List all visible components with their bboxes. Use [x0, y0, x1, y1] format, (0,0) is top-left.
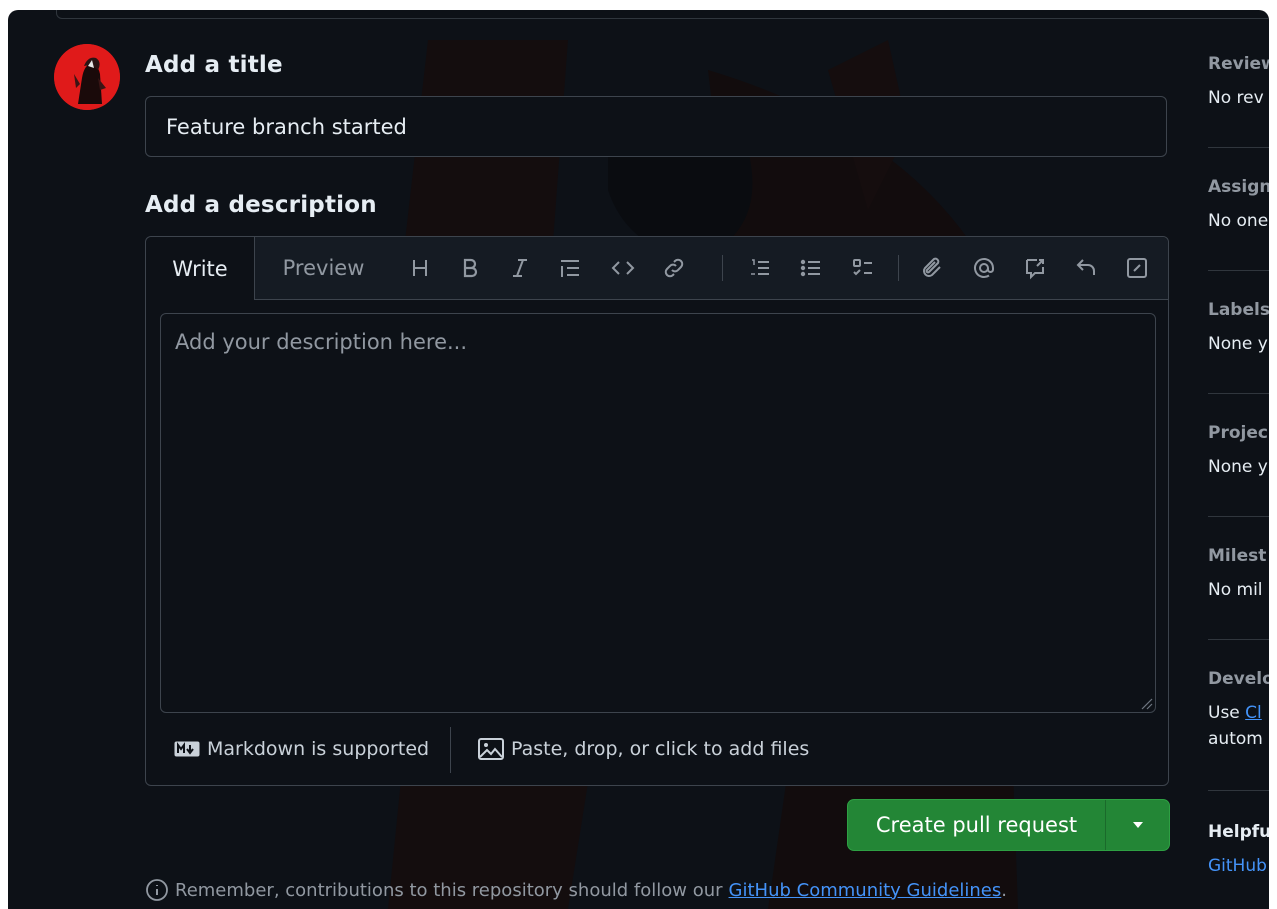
task-list-icon[interactable] [849, 254, 877, 282]
toolbar-divider [722, 255, 723, 281]
unordered-list-icon[interactable] [797, 254, 825, 282]
create-options-dropdown[interactable] [1106, 800, 1169, 850]
slash-command-icon[interactable] [1123, 254, 1151, 282]
title-input-value: Feature branch started [166, 114, 407, 139]
reviewers-title: Review [1208, 54, 1269, 74]
reference-icon[interactable] [1021, 254, 1049, 282]
editor-toolbar: Write Preview [146, 237, 1168, 300]
development-link[interactable]: Cl [1245, 703, 1262, 723]
projects-value: None y [1208, 457, 1268, 477]
development-line2: autom [1208, 729, 1263, 749]
labels-title: Labels [1208, 300, 1269, 320]
info-icon [146, 879, 168, 901]
title-input[interactable]: Feature branch started [145, 96, 1167, 157]
title-heading: Add a title [145, 52, 283, 78]
reminder-end: . [1001, 879, 1007, 901]
heading-icon[interactable] [406, 254, 434, 282]
sidebar-reviewers[interactable]: Review No rev [1208, 54, 1269, 108]
labels-value: None y [1208, 334, 1268, 354]
sidebar-divider [1208, 270, 1269, 271]
description-editor: Write Preview Add your description here.… [145, 236, 1169, 786]
helpful-link-row: GitHub [1208, 856, 1269, 876]
tab-preview[interactable]: Preview [266, 237, 381, 299]
create-pull-request-group: Create pull request [847, 799, 1170, 851]
sidebar-divider [1208, 516, 1269, 517]
markdown-note-text: Markdown is supported [207, 738, 430, 760]
sidebar-divider [1208, 147, 1269, 148]
tab-write[interactable]: Write [146, 237, 255, 300]
image-icon [478, 738, 504, 760]
sidebar-divider [1208, 790, 1269, 791]
markdown-icon [174, 741, 200, 757]
resize-handle-icon[interactable] [1137, 694, 1153, 710]
description-placeholder: Add your description here... [175, 330, 468, 354]
reminder-text: Remember, contributions to this reposito… [175, 879, 723, 901]
projects-title: Projec [1208, 423, 1268, 443]
quote-icon[interactable] [556, 254, 584, 282]
sidebar: Review No rev Assign No one Labels None … [1208, 10, 1269, 909]
reviewers-value: No rev [1208, 88, 1264, 108]
helpful-link[interactable]: GitHub [1208, 856, 1267, 876]
contribution-reminder: Remember, contributions to this reposito… [145, 875, 1007, 905]
add-files-text: Paste, drop, or click to add files [511, 738, 810, 760]
add-files-button[interactable]: Paste, drop, or click to add files [478, 725, 809, 773]
sidebar-divider [1208, 393, 1269, 394]
italic-icon[interactable] [506, 254, 534, 282]
milestone-title: Milest [1208, 546, 1267, 566]
markdown-note[interactable]: Markdown is supported [174, 725, 429, 773]
sidebar-assignees[interactable]: Assign No one [1208, 177, 1269, 231]
create-pull-request-button[interactable]: Create pull request [848, 800, 1106, 850]
attach-icon[interactable] [918, 254, 946, 282]
milestone-value: No mil [1208, 580, 1263, 600]
development-title: Develo [1208, 669, 1269, 689]
sidebar-helpful: Helpfu GitHub [1208, 822, 1269, 876]
top-border [56, 10, 1269, 19]
mention-icon[interactable] [970, 254, 998, 282]
link-icon[interactable] [660, 254, 688, 282]
code-icon[interactable] [609, 254, 637, 282]
description-textarea[interactable]: Add your description here... [160, 313, 1156, 713]
sidebar-development: Develo Use Cl autom [1208, 669, 1269, 749]
bold-icon[interactable] [456, 254, 484, 282]
sidebar-milestone[interactable]: Milest No mil [1208, 546, 1269, 600]
ordered-list-icon[interactable] [746, 254, 774, 282]
helpful-title: Helpfu [1208, 822, 1269, 842]
assignees-title: Assign [1208, 177, 1269, 197]
pull-request-form-window: Add a title Feature branch started Add a… [8, 10, 1269, 909]
assignees-value: No one [1208, 211, 1269, 231]
description-heading: Add a description [145, 192, 377, 218]
development-prefix: Use [1208, 703, 1246, 723]
sidebar-divider [1208, 639, 1269, 640]
footer-divider [450, 727, 451, 773]
sidebar-projects[interactable]: Projec None y [1208, 423, 1269, 477]
community-guidelines-link[interactable]: GitHub Community Guidelines [729, 880, 1002, 901]
undo-icon[interactable] [1072, 254, 1100, 282]
toolbar-divider [898, 255, 899, 281]
sidebar-labels[interactable]: Labels None y [1208, 300, 1269, 354]
user-avatar[interactable] [54, 44, 120, 110]
development-value: Use Cl [1208, 703, 1269, 723]
triangle-down-icon [1132, 822, 1143, 828]
